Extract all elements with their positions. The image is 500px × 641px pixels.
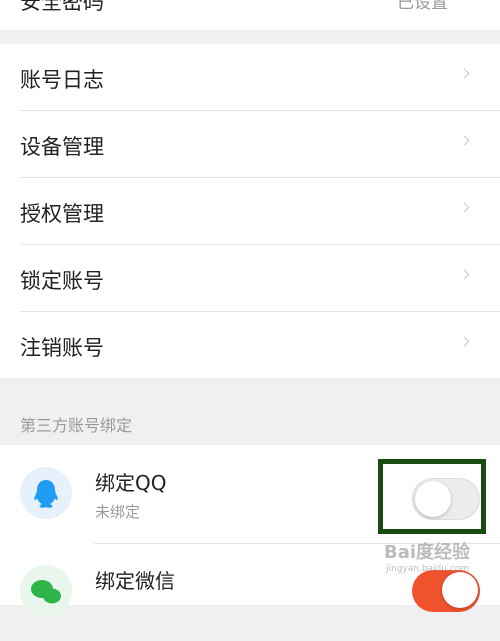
bind-qq-toggle[interactable]	[412, 478, 480, 520]
chevron-right-icon	[459, 68, 470, 79]
qq-icon	[20, 467, 72, 519]
menu-item-device-management[interactable]: 设备管理	[20, 111, 500, 178]
bind-wechat-title: 绑定微信	[95, 569, 175, 593]
bind-qq-status: 未绑定	[95, 503, 141, 521]
security-password-row[interactable]: 安全密码 已设置	[0, 0, 500, 30]
chevron-right-icon	[459, 336, 470, 347]
menu-item-label: 锁定账号	[20, 269, 104, 293]
watermark-subtext: jingyan.baidu.com	[386, 564, 470, 574]
bind-wechat-toggle[interactable]	[412, 570, 480, 612]
bind-qq-title: 绑定QQ	[95, 471, 167, 495]
third-party-binding-section-title: 第三方账号绑定	[20, 416, 133, 435]
security-password-value: 已设置	[397, 0, 448, 13]
baidu-jingyan-watermark: Bai度经验 jingyan.baidu.com	[384, 538, 470, 574]
menu-item-account-log[interactable]: 账号日志	[20, 44, 500, 111]
menu-item-label: 设备管理	[20, 135, 104, 159]
toggle-knob	[415, 481, 451, 517]
menu-item-lock-account[interactable]: 锁定账号	[20, 245, 500, 312]
account-menu-group: 账号日志 设备管理 授权管理 锁定账号 注销账号	[0, 44, 500, 378]
menu-item-authorization-management[interactable]: 授权管理	[20, 178, 500, 245]
menu-item-deactivate-account[interactable]: 注销账号	[20, 312, 500, 378]
chevron-right-icon	[459, 135, 470, 146]
menu-item-label: 授权管理	[20, 202, 104, 226]
watermark-text: Bai度经验	[384, 542, 471, 563]
chevron-right-icon	[459, 202, 470, 213]
wechat-icon	[20, 565, 72, 617]
toggle-knob	[442, 572, 478, 608]
menu-item-label: 账号日志	[20, 68, 104, 92]
chevron-right-icon	[459, 269, 470, 280]
security-password-label: 安全密码	[20, 0, 104, 14]
menu-item-label: 注销账号	[20, 336, 104, 360]
